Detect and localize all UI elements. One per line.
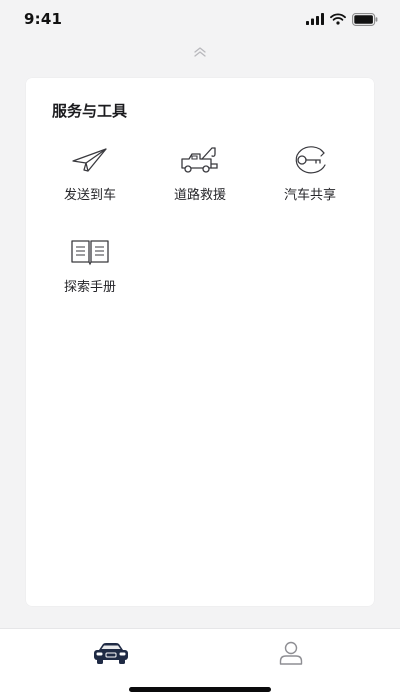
tool-car-sharing[interactable]: 汽车共享 (255, 144, 365, 208)
battery-icon (352, 12, 378, 26)
status-bar: 9:41 (0, 0, 400, 38)
status-icons (306, 12, 378, 26)
tab-profile[interactable] (267, 637, 315, 673)
tool-road-rescue[interactable]: 道路救援 (145, 144, 255, 208)
double-chevron-up-icon[interactable] (190, 43, 210, 61)
tool-label: 道路救援 (173, 188, 226, 203)
user-icon (278, 640, 304, 670)
open-book-icon (70, 236, 110, 268)
tool-send-to-car[interactable]: 发送到车 (35, 144, 145, 208)
tool-label: 探索手册 (63, 280, 116, 295)
paper-plane-icon (70, 144, 110, 176)
services-tools-card: 服务与工具 发送到车 道路救援 汽车共享 探索手册 (26, 78, 374, 606)
car-icon (92, 641, 130, 669)
tab-car[interactable] (87, 637, 135, 673)
app-screen: 9:41 服务与工具 发送到车 道路救援 汽车共享 探索手册 (0, 0, 400, 700)
cellular-signal-icon (306, 13, 324, 25)
status-time: 9:41 (24, 10, 63, 28)
tool-explore-manual[interactable]: 探索手册 (35, 236, 145, 300)
tool-label: 汽车共享 (283, 188, 336, 203)
card-title: 服务与工具 (52, 102, 128, 120)
tow-truck-icon (180, 144, 220, 176)
wifi-icon (330, 13, 346, 25)
car-key-share-icon (290, 144, 330, 176)
tool-label: 发送到车 (63, 188, 116, 203)
home-indicator[interactable] (129, 687, 271, 692)
